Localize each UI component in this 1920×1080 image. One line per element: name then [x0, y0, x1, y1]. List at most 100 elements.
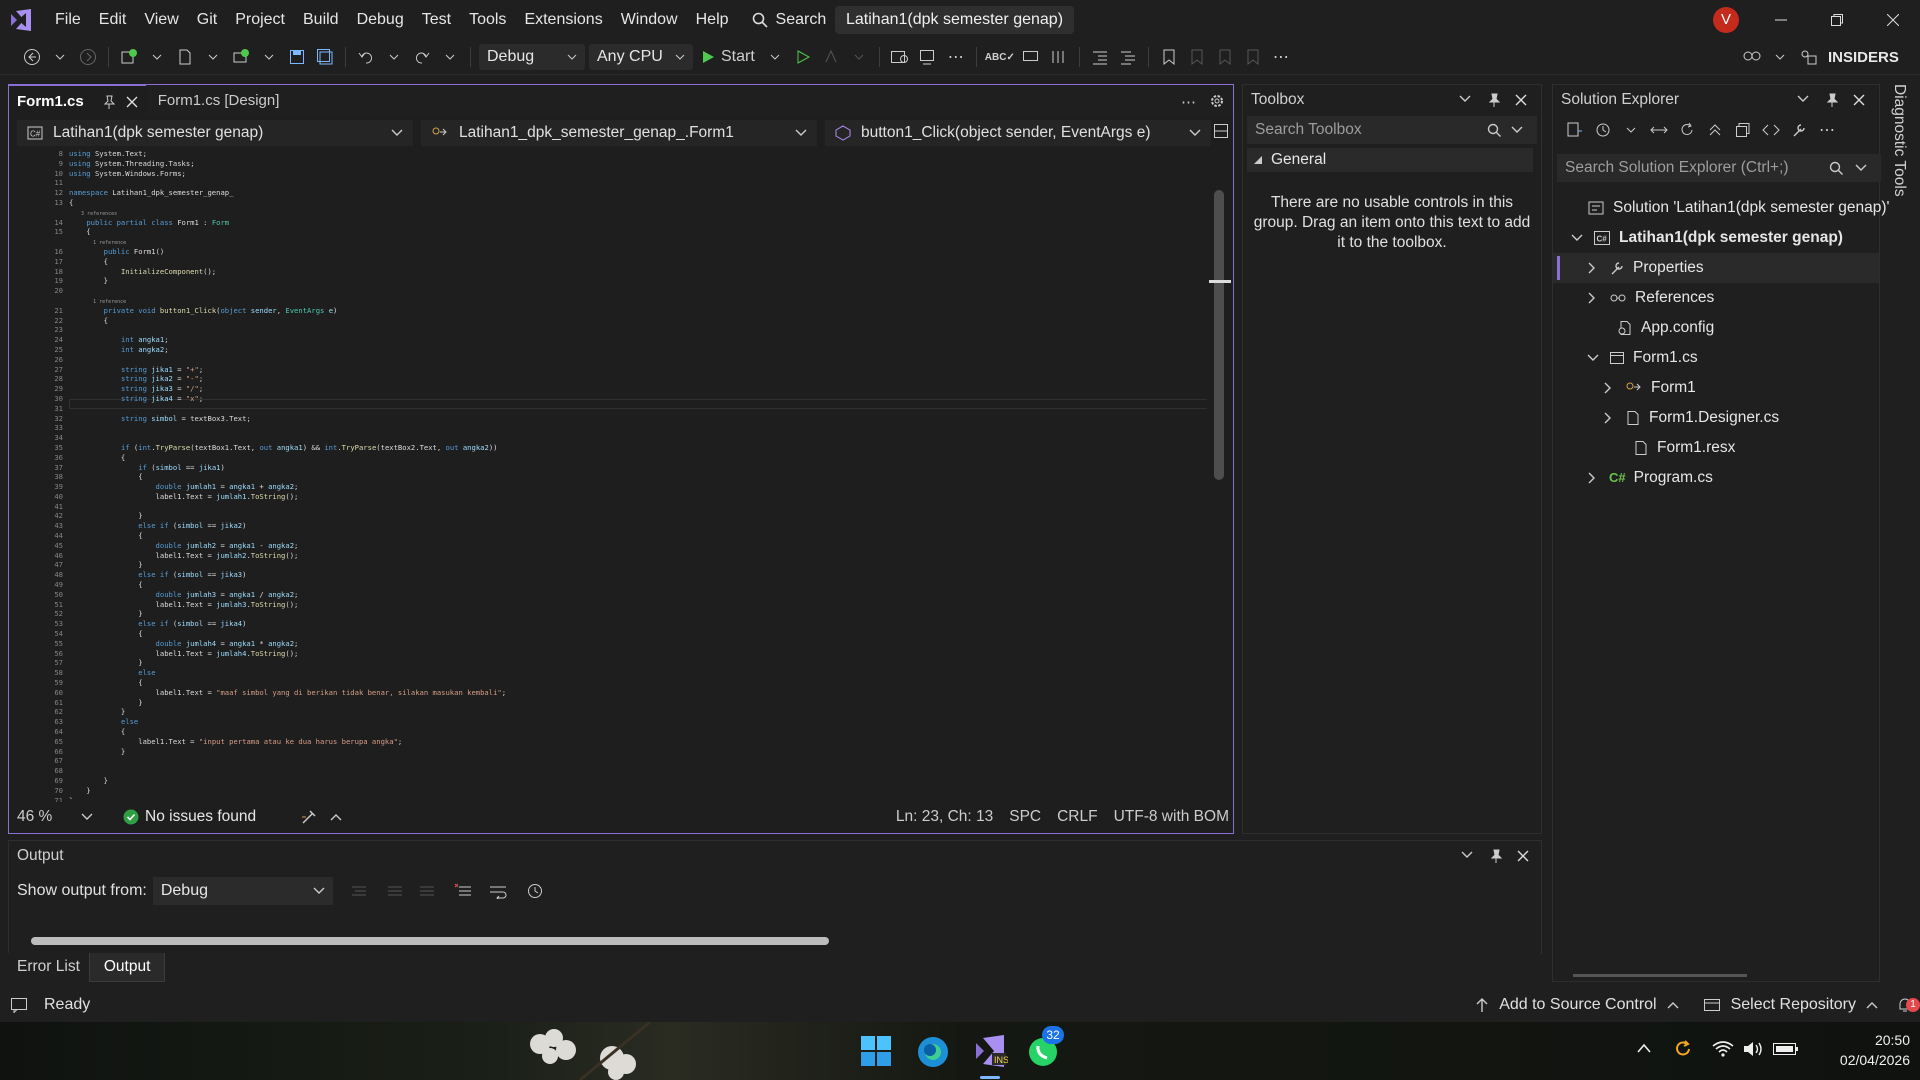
code-line[interactable]: public Form1(): [69, 247, 1209, 257]
tree-item-references[interactable]: References: [1553, 283, 1879, 313]
volume-icon[interactable]: [1742, 1040, 1764, 1058]
code-line[interactable]: {: [69, 531, 1209, 541]
sync-with-document-icon[interactable]: [1563, 117, 1587, 143]
sync-icon[interactable]: [1672, 1038, 1694, 1060]
code-line[interactable]: string jika4 = "x";: [69, 394, 1209, 404]
code-line[interactable]: {: [69, 629, 1209, 639]
code-line[interactable]: [69, 502, 1209, 512]
wifi-icon[interactable]: [1712, 1040, 1734, 1058]
menu-build[interactable]: Build: [294, 0, 348, 40]
previous-bookmark-icon[interactable]: [1185, 44, 1209, 70]
chevron-down-icon[interactable]: [1619, 117, 1643, 143]
close-window-button[interactable]: [1870, 0, 1916, 40]
show-all-files-icon[interactable]: [1731, 117, 1755, 143]
navigate-back-button[interactable]: [20, 44, 44, 70]
collapse-all-icon[interactable]: [1703, 117, 1727, 143]
code-line[interactable]: double jumlah2 = angka1 - angka2;: [69, 541, 1209, 551]
code-line[interactable]: double jumlah3 = angka1 / angka2;: [69, 590, 1209, 600]
chevron-right-icon[interactable]: [1587, 262, 1597, 274]
code-line[interactable]: [69, 355, 1209, 365]
chevron-down-icon[interactable]: [1587, 353, 1599, 363]
search-menu[interactable]: Search: [752, 11, 847, 29]
properties-wrench-icon[interactable]: [1787, 117, 1811, 143]
chevron-right-icon[interactable]: [1587, 292, 1597, 304]
chevron-down-icon[interactable]: [1571, 233, 1583, 243]
tree-item-program-cs[interactable]: C# Program.cs: [1553, 463, 1879, 493]
refresh-icon[interactable]: [1675, 117, 1699, 143]
tree-item-form1-resx[interactable]: Form1.resx: [1553, 433, 1879, 463]
next-message-icon[interactable]: [415, 878, 439, 904]
code-line[interactable]: [69, 325, 1209, 335]
code-line[interactable]: double jumlah4 = angka1 * angka2;: [69, 639, 1209, 649]
code-line[interactable]: string jika3 = "/";: [69, 384, 1209, 394]
whitespace-mode[interactable]: SPC: [1009, 808, 1041, 826]
code-line[interactable]: {: [69, 257, 1209, 267]
menu-test[interactable]: Test: [413, 0, 460, 40]
tree-item-solution[interactable]: Solution 'Latihan1(dpk semester genap)': [1553, 193, 1889, 223]
start-button[interactable]: Start: [697, 44, 759, 70]
view-code-icon[interactable]: [1759, 117, 1783, 143]
cursor-position[interactable]: Ln: 23, Ch: 13: [896, 808, 993, 826]
chevron-up-icon[interactable]: [1636, 1042, 1652, 1054]
code-line[interactable]: label1.Text = "maaf simbol yang di berik…: [69, 688, 1209, 698]
code-line[interactable]: private void button1_Click(object sender…: [69, 306, 1209, 316]
redo-button[interactable]: [410, 44, 434, 70]
code-line[interactable]: [69, 178, 1209, 188]
battery-icon[interactable]: [1772, 1040, 1800, 1058]
more-icon[interactable]: ⋯: [1181, 93, 1196, 111]
navigate-forward-button[interactable]: [76, 44, 100, 70]
spell-check-icon[interactable]: ABC✓: [985, 44, 1015, 70]
code-line[interactable]: 3 references: [69, 208, 1209, 218]
chevron-down-icon[interactable]: [763, 44, 787, 70]
gear-icon[interactable]: [1209, 93, 1225, 109]
edge-browser-icon[interactable]: [916, 1035, 950, 1069]
chevron-right-icon[interactable]: [1603, 382, 1613, 394]
tab-output[interactable]: Output: [88, 952, 166, 982]
uncomment-icon[interactable]: [1047, 44, 1071, 70]
code-line[interactable]: {: [69, 227, 1209, 237]
tree-item-form1-cs[interactable]: Form1.cs: [1553, 343, 1879, 373]
new-project-button[interactable]: [117, 44, 141, 70]
code-line[interactable]: {: [69, 198, 1209, 208]
code-line[interactable]: if (simbol == jika1): [69, 463, 1209, 473]
chevron-down-icon[interactable]: [145, 44, 169, 70]
visual-studio-taskbar-icon[interactable]: INS: [972, 1033, 1008, 1069]
timestamp-icon[interactable]: [523, 878, 547, 904]
chevron-down-icon[interactable]: [847, 44, 871, 70]
code-line[interactable]: int angka2;: [69, 345, 1209, 355]
code-line[interactable]: }: [69, 796, 1209, 799]
pin-icon[interactable]: [102, 95, 116, 109]
code-line[interactable]: }: [69, 560, 1209, 570]
code-line[interactable]: string jika2 = "-";: [69, 374, 1209, 384]
chevron-right-icon[interactable]: [1603, 412, 1613, 424]
project-dropdown[interactable]: C# Latihan1(dpk semester genap): [17, 120, 413, 146]
configuration-dropdown[interactable]: Debug: [479, 44, 585, 70]
code-line[interactable]: [69, 433, 1209, 443]
menu-debug[interactable]: Debug: [348, 0, 413, 40]
code-line[interactable]: else: [69, 668, 1209, 678]
code-line[interactable]: }: [69, 609, 1209, 619]
split-window-icon[interactable]: [1213, 123, 1229, 139]
code-line[interactable]: else if (simbol == jika4): [69, 619, 1209, 629]
toolbox-search-input[interactable]: Search Toolbox: [1247, 116, 1537, 144]
comment-icon[interactable]: [1019, 44, 1043, 70]
decrease-indent-icon[interactable]: [1088, 44, 1112, 70]
pending-changes-icon[interactable]: [1591, 117, 1615, 143]
code-line[interactable]: else if (simbol == jika3): [69, 570, 1209, 580]
menu-window[interactable]: Window: [612, 0, 687, 40]
code-line[interactable]: }: [69, 707, 1209, 717]
output-source-dropdown[interactable]: Debug: [152, 877, 333, 905]
menu-help[interactable]: Help: [687, 0, 738, 40]
avatar[interactable]: V: [1713, 7, 1739, 33]
tree-item-app-config[interactable]: App.config: [1553, 313, 1879, 343]
chevron-down-icon[interactable]: [48, 44, 72, 70]
code-cleanup-icon[interactable]: [300, 808, 318, 826]
code-line[interactable]: using System.Text;: [69, 149, 1209, 159]
code-line[interactable]: label1.Text = jumlah4.ToString();: [69, 649, 1209, 659]
select-repository-button[interactable]: Select Repository: [1703, 996, 1878, 1014]
tree-item-project[interactable]: C# Latihan1(dpk semester genap): [1553, 223, 1879, 253]
code-line[interactable]: else if (simbol == jika2): [69, 521, 1209, 531]
switch-views-icon[interactable]: [1647, 117, 1671, 143]
scrollbar-thumb[interactable]: [1214, 190, 1224, 480]
minimize-button[interactable]: [1758, 0, 1804, 40]
